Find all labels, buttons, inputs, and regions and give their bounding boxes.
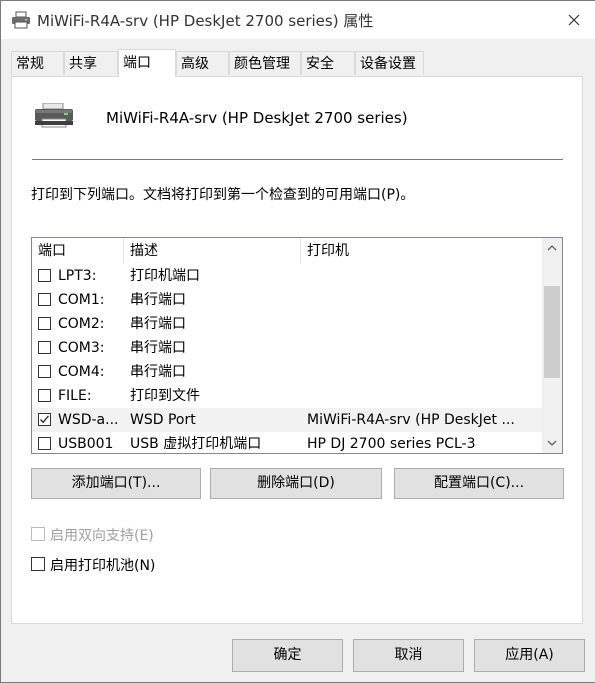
tab-device-settings[interactable]: 设备设置 bbox=[355, 51, 424, 75]
tab-security[interactable]: 安全 bbox=[301, 51, 355, 75]
printer-name: MiWiFi-R4A-srv (HP DeskJet 2700 series) bbox=[106, 109, 408, 127]
port-description: 串行端口 bbox=[130, 340, 186, 356]
port-description: 串行端口 bbox=[130, 316, 186, 332]
ports-panel: MiWiFi-R4A-srv (HP DeskJet 2700 series) … bbox=[11, 76, 583, 624]
printer-pooling-checkbox[interactable] bbox=[31, 557, 45, 571]
port-name: COM3: bbox=[58, 340, 105, 356]
port-row[interactable]: USB001 USB 虚拟打印机端口 HP DJ 2700 series PCL… bbox=[32, 432, 542, 453]
port-description: 打印机端口 bbox=[130, 268, 200, 284]
port-printer: HP DJ 2700 series PCL-3 bbox=[307, 436, 476, 452]
bidirectional-support-label: 启用双向支持(E) bbox=[50, 528, 154, 544]
scroll-up-button[interactable] bbox=[542, 238, 562, 258]
port-list[interactable]: 端口 描述 打印机 LPT3: 打印机端口 COM1: 串行端口 COM2: 串… bbox=[31, 237, 563, 454]
port-name: WSD-a... bbox=[58, 412, 119, 428]
port-row[interactable]: COM2: 串行端口 bbox=[32, 312, 542, 336]
port-checkbox-checked[interactable] bbox=[38, 413, 51, 426]
ok-button[interactable]: 确定 bbox=[232, 639, 343, 672]
port-description: 打印到文件 bbox=[130, 388, 200, 404]
apply-button[interactable]: 应用(A) bbox=[474, 639, 585, 672]
port-row[interactable]: FILE: 打印到文件 bbox=[32, 384, 542, 408]
printer-icon bbox=[11, 11, 31, 29]
port-row[interactable]: LPT3: 打印机端口 bbox=[32, 264, 542, 288]
scroll-thumb[interactable] bbox=[544, 286, 560, 378]
cancel-button[interactable]: 取消 bbox=[353, 639, 464, 672]
printer-icon bbox=[34, 102, 74, 131]
port-checkbox[interactable] bbox=[38, 389, 51, 402]
tab-general[interactable]: 常规 bbox=[11, 51, 64, 75]
port-checkbox[interactable] bbox=[38, 317, 51, 330]
tab-sharing[interactable]: 共享 bbox=[64, 51, 118, 75]
port-printer: MiWiFi-R4A-srv (HP DeskJet ... bbox=[307, 412, 515, 428]
port-row[interactable]: COM1: 串行端口 bbox=[32, 288, 542, 312]
column-header-port[interactable]: 端口 bbox=[32, 238, 124, 264]
vertical-scrollbar[interactable] bbox=[542, 238, 562, 453]
port-description: USB 虚拟打印机端口 bbox=[130, 436, 262, 452]
port-checkbox[interactable] bbox=[38, 365, 51, 378]
delete-port-button[interactable]: 删除端口(D) bbox=[210, 468, 382, 499]
port-checkbox[interactable] bbox=[38, 341, 51, 354]
port-description: WSD Port bbox=[130, 412, 196, 428]
port-row[interactable]: COM4: 串行端口 bbox=[32, 360, 542, 384]
port-row[interactable]: COM3: 串行端口 bbox=[32, 336, 542, 360]
port-checkbox[interactable] bbox=[38, 437, 51, 450]
port-row-selected[interactable]: WSD-a... WSD Port MiWiFi-R4A-srv (HP Des… bbox=[32, 408, 542, 432]
column-header-printer[interactable]: 打印机 bbox=[301, 238, 542, 264]
checkmark-icon bbox=[40, 415, 50, 424]
bidirectional-support-checkbox[interactable] bbox=[31, 527, 45, 541]
port-list-header: 端口 描述 打印机 bbox=[32, 238, 542, 264]
printer-pooling-label: 启用打印机池(N) bbox=[50, 558, 156, 574]
window-title: MiWiFi-R4A-srv (HP DeskJet 2700 series) … bbox=[37, 12, 374, 30]
tab-ports[interactable]: 端口 bbox=[118, 49, 176, 77]
title-bar: MiWiFi-R4A-srv (HP DeskJet 2700 series) … bbox=[1, 1, 595, 39]
port-name: COM1: bbox=[58, 292, 105, 308]
port-name: FILE: bbox=[58, 388, 92, 404]
tab-color-management[interactable]: 颜色管理 bbox=[229, 51, 301, 75]
tab-advanced[interactable]: 高级 bbox=[176, 51, 229, 75]
chevron-up-icon bbox=[547, 245, 557, 251]
instruction-text: 打印到下列端口。文档将打印到第一个检查到的可用端口(P)。 bbox=[31, 187, 415, 203]
add-port-button[interactable]: 添加端口(T)... bbox=[31, 468, 201, 499]
port-name: COM2: bbox=[58, 316, 105, 332]
port-description: 串行端口 bbox=[130, 364, 186, 380]
separator bbox=[32, 159, 563, 160]
printer-properties-window: MiWiFi-R4A-srv (HP DeskJet 2700 series) … bbox=[0, 0, 595, 683]
port-checkbox[interactable] bbox=[38, 269, 51, 282]
port-description: 串行端口 bbox=[130, 292, 186, 308]
scroll-down-button[interactable] bbox=[542, 433, 562, 453]
close-icon bbox=[568, 14, 580, 26]
port-name: LPT3: bbox=[58, 268, 97, 284]
close-button[interactable] bbox=[553, 1, 595, 39]
port-name: COM4: bbox=[58, 364, 105, 380]
chevron-down-icon bbox=[547, 440, 557, 446]
configure-port-button[interactable]: 配置端口(C)... bbox=[394, 468, 564, 499]
port-name: USB001 bbox=[58, 436, 114, 452]
port-checkbox[interactable] bbox=[38, 293, 51, 306]
column-header-description[interactable]: 描述 bbox=[124, 238, 301, 264]
